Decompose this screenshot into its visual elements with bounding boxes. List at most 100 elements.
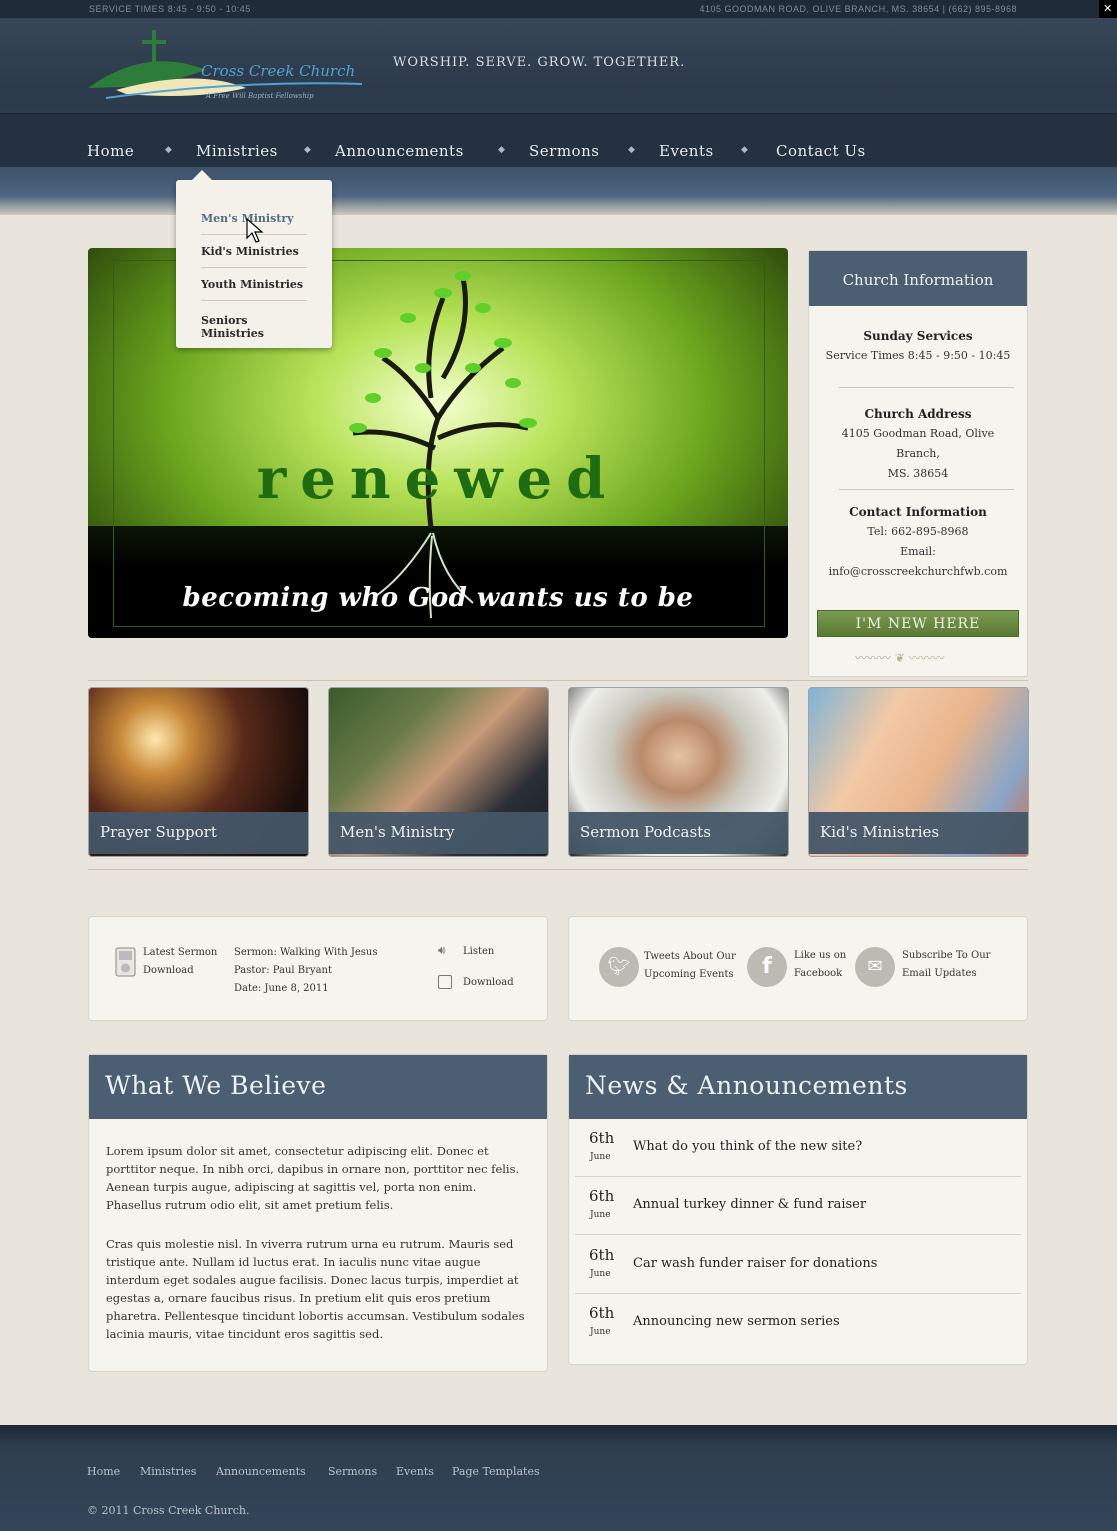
news-month: June [590,1152,611,1162]
news-month: June [590,1269,611,1279]
footer-link-ministries[interactable]: Ministries [140,1465,196,1478]
news-month: June [590,1327,611,1337]
news-item[interactable]: 6th June Annual turkey dinner & fund rai… [575,1177,1021,1235]
news-title[interactable]: What do you think of the new site? [633,1139,862,1154]
divider [88,680,1028,681]
contact-email[interactable]: info@crosscreekchurchfwb.com [821,562,1015,582]
news-item[interactable]: 6th June Announcing new sermon series [575,1294,1021,1352]
footer-link-home[interactable]: Home [87,1465,120,1478]
tile-caption: Sermon Podcasts [569,812,788,854]
twitter-icon[interactable]: 🐦︎ [599,947,639,987]
tile-sermon-podcasts[interactable]: Sermon Podcasts [568,687,789,857]
news-panel: News & Announcements 6th June What do yo… [568,1054,1028,1365]
nav-events[interactable]: Events [659,142,714,160]
believe-paragraph-2: Cras quis molestie nisl. In viverra rutr… [106,1237,525,1341]
latest-sermon-line2: Download [143,965,194,976]
facebook-line2: Facebook [794,968,843,979]
slider-subtitle: becoming who God wants us to be [182,583,694,613]
dropdown-item-youth-ministries[interactable]: Youth Ministries [201,278,307,301]
nav-separator-icon: ◆ [498,145,505,155]
logo-subtitle: A Free Will Baptist Fellowship [206,92,314,100]
news-item[interactable]: 6th June Car wash funder raiser for dona… [575,1236,1021,1294]
latest-sermon-line1: Latest Sermon [143,947,218,958]
facebook-line1: Like us on [794,950,847,961]
news-day: 6th [589,1246,615,1264]
facebook-link[interactable]: Like us on Facebook [794,947,846,983]
contact-heading: Contact Information [849,505,987,519]
nav-separator-icon: ◆ [628,145,635,155]
news-title[interactable]: Announcing new sermon series [633,1314,840,1329]
news-heading: News & Announcements [569,1055,1027,1119]
nav-sermons[interactable]: Sermons [529,142,599,160]
divider [839,489,1014,490]
speaker-icon[interactable]: 🔊︎ [438,943,446,958]
services-text: Service Times 8:45 - 9:50 - 10:45 [825,349,1011,362]
news-title[interactable]: Car wash funder raiser for donations [633,1256,877,1271]
download-icon[interactable] [438,975,452,989]
email-subscribe-link[interactable]: Subscribe To Our Email Updates [902,947,990,983]
listen-link[interactable]: Listen [463,943,494,961]
nav-separator-icon: ◆ [165,145,172,155]
nav-contact-us[interactable]: Contact Us [776,142,866,160]
dropdown-item-seniors-ministries[interactable]: Seniors Ministries [201,314,307,349]
facebook-icon[interactable]: f [747,947,787,987]
ipod-icon[interactable] [115,947,137,977]
address-line-2: MS. 38654 [887,467,949,480]
site-logo[interactable]: Cross Creek Church A Free Will Baptist F… [86,28,366,104]
nav-ministries[interactable]: Ministries [196,142,278,160]
news-title[interactable]: Annual turkey dinner & fund raiser [633,1197,866,1212]
dropdown-item-kids-ministries[interactable]: Kid's Ministries [201,245,307,268]
contact-tel: Tel: 662-895-8968 [867,525,969,538]
footer-link-announcements[interactable]: Announcements [216,1465,306,1478]
download-link[interactable]: Download [463,974,514,992]
nav-announcements[interactable]: Announcements [335,142,464,160]
footer-link-sermons[interactable]: Sermons [328,1465,377,1478]
email-line1: Subscribe To Our [902,950,991,961]
close-icon[interactable]: ✕ [1099,0,1117,18]
topbar-service-times: SERVICE TIMES 8:45 - 9:50 - 10:45 [89,4,251,14]
services-heading: Sunday Services [863,329,973,343]
ministries-dropdown: Men's Ministry Kid's Ministries Youth Mi… [176,170,332,349]
footer-link-page-templates[interactable]: Page Templates [452,1465,540,1478]
divider [839,387,1014,388]
main-nav: Home ◆ Ministries ◆ Announcements ◆ Serm… [0,113,1117,167]
address-heading: Church Address [864,407,972,421]
nav-separator-icon: ◆ [741,145,748,155]
address-block: Church Address 4105 Goodman Road, Olive … [821,404,1015,484]
sermon-title: Sermon: Walking With Jesus [234,947,378,958]
what-we-believe-panel: What We Believe Lorem ipsum dolor sit am… [88,1054,548,1372]
mouse-cursor-icon [246,218,264,243]
news-item[interactable]: 6th June What do you think of the new si… [575,1119,1021,1177]
sermon-pastor: Pastor: Paul Bryant [234,965,332,976]
logo-title: Cross Creek Church [201,62,356,80]
news-day: 6th [589,1129,615,1147]
social-panel: 🐦︎ Tweets About Our Upcoming Events f Li… [568,916,1028,1021]
church-information-heading: Church Information [809,251,1027,306]
tile-caption: Prayer Support [89,812,308,854]
tile-kids-ministries[interactable]: Kid's Ministries [808,687,1029,857]
contact-email-label: Email: [900,545,936,558]
services-block: Sunday Services Service Times 8:45 - 9:5… [821,326,1015,366]
tile-caption: Men's Ministry [329,812,548,854]
twitter-link[interactable]: Tweets About Our Upcoming Events [644,948,736,984]
site-tagline: WORSHIP. SERVE. GROW. TOGETHER. [393,55,686,70]
latest-sermon-panel: Latest Sermon Download Sermon: Walking W… [88,916,548,1021]
latest-sermon-label[interactable]: Latest Sermon Download [143,944,217,980]
topbar-address-phone: 4105 GOODMAN ROAD, OLIVE BRANCH, MS. 386… [699,4,1017,14]
sermon-details: Sermon: Walking With Jesus Pastor: Paul … [234,944,377,998]
nav-home[interactable]: Home [87,142,134,160]
news-day: 6th [589,1304,615,1322]
news-month: June [590,1210,611,1220]
email-icon[interactable]: ✉ [855,947,895,987]
tile-prayer-support[interactable]: Prayer Support [88,687,309,857]
im-new-here-button[interactable]: I'M NEW HERE [817,610,1019,637]
what-we-believe-heading: What We Believe [89,1055,547,1119]
email-line2: Email Updates [902,968,977,979]
twitter-line1: Tweets About Our [644,951,736,962]
believe-paragraph-1: Lorem ipsum dolor sit amet, consectetur … [106,1144,520,1212]
sermon-date: Date: June 8, 2011 [234,983,329,994]
top-info-bar: SERVICE TIMES 8:45 - 9:50 - 10:45 4105 G… [0,0,1117,18]
news-day: 6th [589,1187,615,1205]
footer-link-events[interactable]: Events [396,1465,434,1478]
tile-mens-ministry[interactable]: Men's Ministry [328,687,549,857]
